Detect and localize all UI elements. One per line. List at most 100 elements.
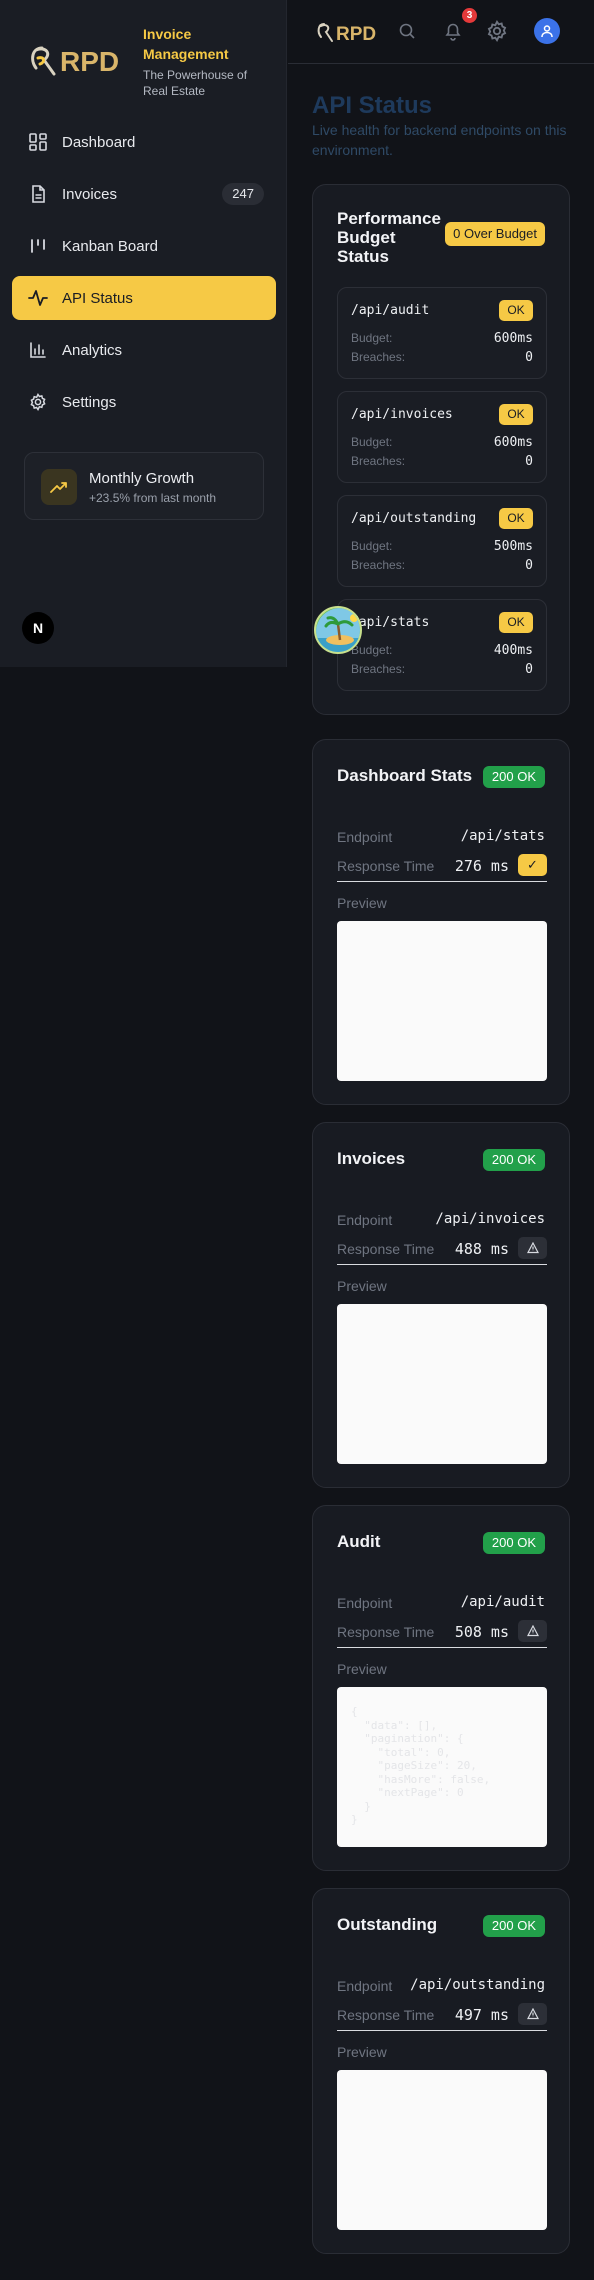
response-time-label: Response Time <box>337 1624 435 1640</box>
response-preview <box>337 1304 547 1464</box>
ok-badge: OK <box>499 300 533 321</box>
service-title: Invoices <box>337 1149 406 1168</box>
endpoint-value: /api/stats <box>460 828 545 844</box>
warning-icon <box>518 1620 547 1642</box>
service-title: Dashboard Stats <box>337 766 473 785</box>
response-time-value: 488 ms <box>454 1240 509 1258</box>
budget-endpoint-audit: /api/audit OK Budget: 600ms Breaches: 0 <box>337 287 547 379</box>
gear-icon[interactable] <box>486 20 508 42</box>
user-avatar-icon[interactable] <box>534 18 560 44</box>
bell-icon[interactable] <box>442 20 464 42</box>
response-time-row: Response Time 488 ms <box>337 1235 547 1265</box>
endpoint-path: /api/invoices <box>351 407 453 422</box>
response-time-label: Response Time <box>337 2007 435 2023</box>
breaches-label: Breaches: <box>351 350 406 364</box>
endpoint-value: /api/audit <box>460 1594 545 1610</box>
breaches-value: 0 <box>525 350 533 365</box>
response-time-label: Response Time <box>337 858 435 874</box>
preview-label: Preview <box>337 895 387 911</box>
service-title: Audit <box>337 1532 381 1551</box>
budget-label: Budget: <box>351 539 393 553</box>
page-title: API Status <box>312 92 433 119</box>
page-subtitle: Live health for backend endpoints on thi… <box>312 122 567 158</box>
response-time-value: 508 ms <box>454 1623 509 1641</box>
file-text-icon <box>28 184 48 204</box>
endpoint-value: /api/invoices <box>435 1211 545 1227</box>
warning-icon <box>518 2003 547 2025</box>
endpoint-path: /api/stats <box>351 615 430 630</box>
budget-value: 600ms <box>493 435 533 450</box>
preview-label: Preview <box>337 1661 387 1677</box>
sidebar-item-dashboard[interactable]: Dashboard <box>12 120 276 164</box>
budget-label: Budget: <box>351 331 393 345</box>
sidebar-item-kanban[interactable]: Kanban Board <box>12 224 276 268</box>
floating-island-avatar[interactable] <box>314 606 362 654</box>
rpd-logo: RPD <box>31 46 119 77</box>
endpoint-label: Endpoint <box>337 829 393 845</box>
ok-badge: OK <box>499 404 533 425</box>
endpoint-label: Endpoint <box>337 1595 393 1611</box>
sidebar-item-label: Analytics <box>62 341 123 359</box>
brand-subtitle: The Powerhouse of Real Estate <box>143 68 248 98</box>
growth-title: Monthly Growth <box>89 470 195 487</box>
status-badge: 200 OK <box>482 1149 545 1171</box>
nextjs-logo[interactable]: N <box>22 612 54 644</box>
budget-value: 500ms <box>493 539 533 554</box>
dashboard-grid-icon <box>28 132 48 152</box>
ok-badge: OK <box>499 508 533 529</box>
notification-count-badge: 3 <box>462 8 477 23</box>
monthly-growth-card: Monthly Growth +23.5% from last month <box>24 452 264 520</box>
sidebar-item-invoices[interactable]: Invoices 247 <box>12 172 276 216</box>
invoice-count-badge: 247 <box>222 183 264 205</box>
preview-label: Preview <box>337 2044 387 2060</box>
header-rpd-logo[interactable]: RPD <box>316 20 388 44</box>
response-preview-json: { "data": [], "pagination": { "total": 0… <box>351 1705 491 1826</box>
ok-badge: OK <box>499 612 533 633</box>
endpoint-path: /api/outstanding <box>351 511 477 526</box>
sidebar-nav: Dashboard Invoices 247 Kanban Board API … <box>12 120 276 432</box>
sidebar-item-label: API Status <box>62 289 133 307</box>
response-time-row: Response Time 497 ms <box>337 2001 547 2031</box>
budget-endpoint-invoices: /api/invoices OK Budget: 600ms Breaches: 0 <box>337 391 547 483</box>
breaches-label: Breaches: <box>351 454 406 468</box>
budget-label: Budget: <box>351 643 393 657</box>
sidebar-item-api-status[interactable]: API Status <box>12 276 276 320</box>
response-time-row: Response Time 276 ms ✓ <box>337 852 547 882</box>
status-badge: 200 OK <box>482 1915 545 1937</box>
response-time-row: Response Time 508 ms <box>337 1618 547 1648</box>
response-time-value: 497 ms <box>454 2006 509 2024</box>
sidebar-item-analytics[interactable]: Analytics <box>12 328 276 372</box>
service-card-invoices: Invoices 200 OK Endpoint /api/invoices R… <box>312 1122 570 1488</box>
brand[interactable]: RPD Invoice Management The Powerhouse of… <box>28 24 268 98</box>
top-header: RPD 3 <box>288 0 594 64</box>
kanban-columns-icon <box>28 236 48 256</box>
preview-label: Preview <box>337 1278 387 1294</box>
brand-title: Invoice Management <box>143 26 229 62</box>
gear-icon <box>28 392 48 412</box>
sidebar-item-settings[interactable]: Settings <box>12 380 276 424</box>
budget-label: Budget: <box>351 435 393 449</box>
svg-text:RPD: RPD <box>60 46 119 77</box>
response-preview <box>337 921 547 1081</box>
trending-up-icon <box>41 469 77 505</box>
breaches-label: Breaches: <box>351 558 406 572</box>
breaches-value: 0 <box>525 454 533 469</box>
breaches-label: Breaches: <box>351 662 406 676</box>
breaches-value: 0 <box>525 662 533 677</box>
warning-icon <box>518 1237 547 1259</box>
endpoint-label: Endpoint <box>337 1978 393 1994</box>
budget-endpoint-stats: /api/stats OK Budget: 400ms Breaches: 0 <box>337 599 547 691</box>
service-card-audit: Audit 200 OK Endpoint /api/audit Respons… <box>312 1505 570 1871</box>
sidebar-item-label: Settings <box>62 393 117 411</box>
sidebar-item-label: Invoices <box>62 185 118 203</box>
budget-endpoint-outstanding: /api/outstanding OK Budget: 500ms Breache… <box>337 495 547 587</box>
status-badge: 200 OK <box>482 766 545 788</box>
status-badge: 200 OK <box>482 1532 545 1554</box>
over-budget-badge: 0 Over Budget <box>445 222 545 246</box>
service-card-outstanding: Outstanding 200 OK Endpoint /api/outstan… <box>312 1888 570 2254</box>
endpoint-label: Endpoint <box>337 1212 393 1228</box>
search-icon[interactable] <box>398 22 416 40</box>
response-time-value: 276 ms <box>454 857 509 875</box>
bar-chart-icon <box>28 340 48 360</box>
growth-subtitle: +23.5% from last month <box>89 491 217 505</box>
